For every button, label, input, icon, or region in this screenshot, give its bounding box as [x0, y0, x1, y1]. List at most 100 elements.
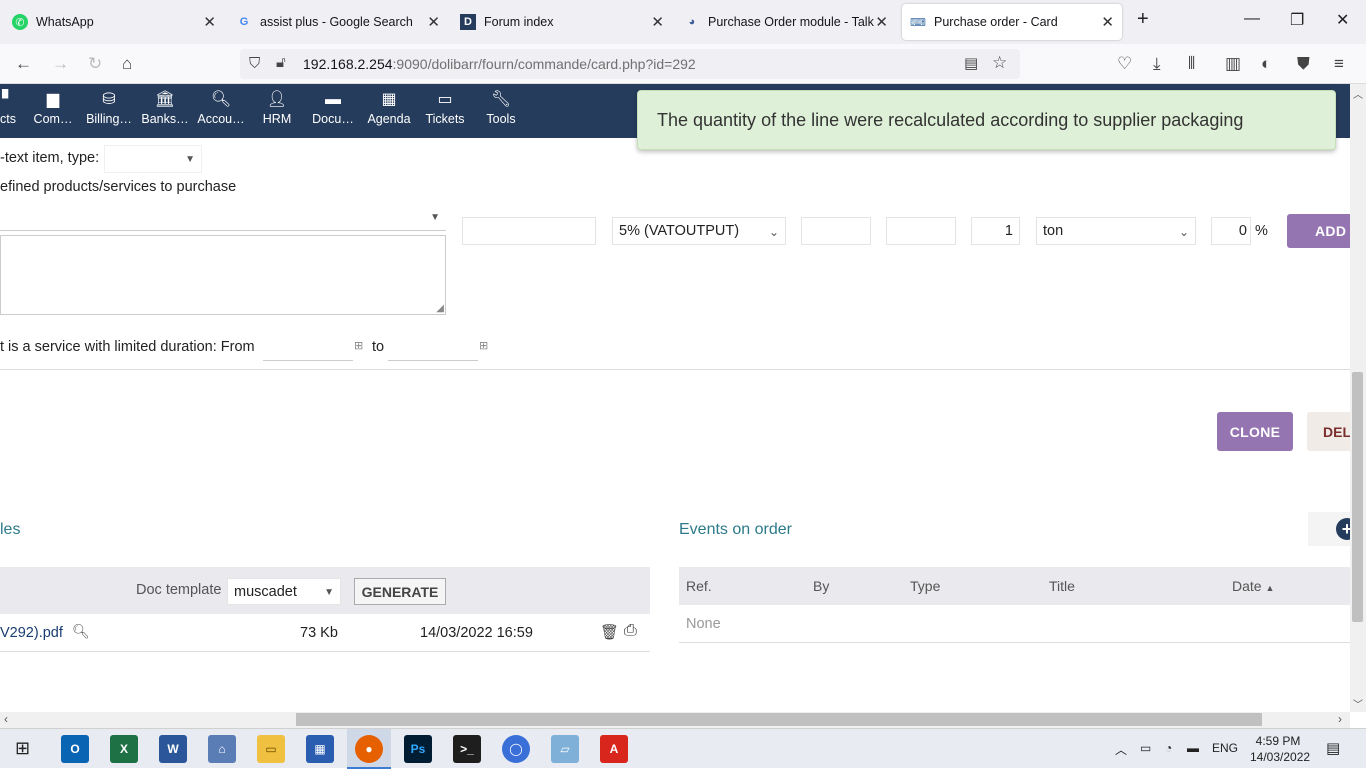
language-indicator[interactable]: ENG — [1212, 741, 1238, 755]
currency-price-input[interactable] — [886, 217, 956, 245]
menu-tools[interactable]: 🔧︎ Tools — [473, 88, 529, 126]
close-icon[interactable]: ✕ — [651, 13, 664, 31]
generate-button[interactable]: GENERATE — [354, 578, 446, 605]
close-icon[interactable]: ✕ — [203, 13, 216, 31]
notes-app-icon[interactable]: ▱ — [551, 735, 579, 763]
menu-commerce[interactable]: ▆ Com… — [25, 88, 81, 126]
column-by[interactable]: By — [813, 578, 829, 594]
line-description-textarea[interactable]: ◢ — [0, 235, 446, 315]
acrobat-icon[interactable]: A — [600, 735, 628, 763]
battery-icon[interactable]: ▭ — [1140, 741, 1151, 755]
vat-rate-select[interactable]: 5% (VATOUTPUT) ⌄ — [612, 217, 786, 245]
restore-icon[interactable]: ❐ — [1290, 10, 1304, 30]
tab-purchase-order-card[interactable]: ⌨ Purchase order - Card ✕ — [902, 4, 1122, 40]
clock[interactable]: 4:59 PM 14/03/2022 — [1250, 733, 1310, 765]
close-icon[interactable]: ✕ — [875, 13, 888, 31]
terminal-icon[interactable]: >_ — [453, 735, 481, 763]
display-icon[interactable]: ▬ — [1187, 741, 1199, 755]
column-title[interactable]: Title — [1049, 578, 1075, 594]
tray-chevron-icon[interactable]: ︿ — [1115, 741, 1127, 758]
minimize-icon[interactable]: — — [1244, 10, 1260, 28]
menu-documents[interactable]: ▬ Docu… — [305, 88, 361, 126]
dolibarr-icon: ⌨ — [910, 16, 926, 29]
tab-google-search[interactable]: G assist plus - Google Search ✕ — [228, 4, 448, 40]
back-icon[interactable]: ← — [15, 54, 32, 74]
unit-price-tax-input[interactable] — [801, 217, 871, 245]
windows-start-icon[interactable]: ⊞ — [15, 738, 30, 759]
excel-icon[interactable]: X — [110, 735, 138, 763]
ublock-icon[interactable]: ⛊ — [1297, 54, 1310, 74]
horizontal-scroll-thumb[interactable] — [296, 713, 1262, 726]
forward-icon[interactable]: → — [52, 54, 69, 74]
window-close-icon[interactable]: ✕ — [1336, 10, 1349, 30]
photoshop-icon[interactable]: Ps — [404, 735, 432, 763]
home-icon[interactable]: ⌂ — [122, 54, 132, 74]
unit-select[interactable]: ton ⌄ — [1036, 217, 1196, 245]
doc-template-select[interactable]: muscadet ▼ — [227, 578, 341, 605]
scroll-down-icon[interactable]: ﹀ — [1353, 696, 1363, 711]
menu-banks[interactable]: 🏛︎ Banks… — [137, 88, 193, 126]
success-toast[interactable]: The quantity of the line were recalculat… — [637, 90, 1336, 150]
column-ref[interactable]: Ref. — [686, 578, 712, 594]
discount-input[interactable]: 0 — [1211, 217, 1251, 245]
quantity-input[interactable]: 1 — [971, 217, 1020, 245]
download-icon[interactable]: ⤓ — [1153, 54, 1161, 74]
library-icon[interactable]: ⫴ — [1188, 54, 1195, 74]
shield-icon[interactable]: ⛉ — [249, 55, 260, 72]
tab-title: assist plus - Google Search — [260, 15, 413, 29]
chevron-down-icon: ▼ — [430, 212, 440, 223]
notifications-icon[interactable]: ▤ — [1326, 739, 1340, 757]
insecure-lock-icon[interactable]: 🔓︎ — [276, 54, 286, 71]
scroll-left-icon[interactable]: ‹ — [4, 712, 8, 726]
calendar-icon[interactable]: ⊞ — [479, 339, 488, 352]
tab-whatsapp[interactable]: ✆ WhatsApp ✕ — [4, 4, 224, 40]
network-app-icon[interactable]: ⌂ — [208, 735, 236, 763]
scroll-up-icon[interactable]: ︿ — [1353, 86, 1363, 101]
account-icon[interactable]: ◐ — [1261, 54, 1271, 74]
calendar-icon[interactable]: ⊞ — [354, 339, 363, 352]
print-icon[interactable]: ⎙ — [624, 622, 637, 640]
sidebar-icon[interactable]: ▥ — [1225, 54, 1241, 74]
url-text[interactable]: 192.168.2.254:9090/dolibarr/fourn/comman… — [303, 56, 696, 72]
reader-view-icon[interactable]: ▤ — [964, 54, 978, 72]
date-end-input[interactable] — [388, 333, 478, 361]
tab-purchase-order-module[interactable]: ◕ Purchase Order module - Talk b ✕ — [676, 4, 896, 40]
menu-hrm[interactable]: 👤︎ HRM — [249, 88, 305, 126]
menu-tickets[interactable]: ▭ Tickets — [417, 88, 473, 126]
scroll-right-icon[interactable]: › — [1338, 712, 1342, 726]
clone-button[interactable]: CLONE — [1217, 412, 1293, 451]
word-icon[interactable]: W — [159, 735, 187, 763]
calculator-icon[interactable]: ▦ — [306, 735, 334, 763]
vertical-scroll-thumb[interactable] — [1352, 372, 1363, 622]
bookmark-star-icon[interactable]: ☆ — [992, 53, 1007, 73]
address-bar[interactable]: ⛉ 🔓︎ 192.168.2.254:9090/dolibarr/fourn/c… — [240, 49, 1020, 79]
file-link[interactable]: V292).pdf — [0, 625, 63, 641]
outlook-icon[interactable]: O — [61, 735, 89, 763]
preview-zoom-icon[interactable]: 🔍︎ — [72, 623, 90, 640]
tab-forum-index[interactable]: D Forum index ✕ — [452, 4, 672, 40]
chat-app-icon[interactable]: ◯ — [502, 735, 530, 763]
column-date[interactable]: Date ▲ — [1232, 578, 1274, 594]
close-icon[interactable]: ✕ — [1101, 13, 1114, 31]
column-type[interactable]: Type — [910, 578, 940, 594]
menu-agenda[interactable]: ▦ Agenda — [361, 88, 417, 126]
delete-button[interactable]: DEL — [1307, 412, 1351, 451]
menu-hamburger-icon[interactable]: ≡ — [1334, 54, 1344, 74]
file-explorer-icon[interactable]: ▭ — [257, 735, 285, 763]
pocket-icon[interactable]: ♡ — [1117, 54, 1132, 74]
product-select[interactable]: ▼ — [0, 203, 446, 231]
firefox-icon[interactable]: ● — [355, 735, 383, 763]
unit-price-input[interactable] — [462, 217, 596, 245]
close-icon[interactable]: ✕ — [427, 13, 440, 31]
date-start-input[interactable] — [263, 333, 353, 361]
menu-accounting[interactable]: 🔍︎ Accou… — [193, 88, 249, 126]
add-line-button[interactable]: ADD — [1287, 214, 1350, 248]
resize-handle-icon[interactable]: ◢ — [436, 303, 444, 314]
trash-icon[interactable]: 🗑︎ — [600, 623, 619, 641]
wifi-icon[interactable]: ◔ — [1165, 741, 1172, 755]
reload-icon[interactable]: ↻ — [88, 54, 102, 74]
add-event-button[interactable]: + — [1308, 512, 1358, 546]
new-tab-icon[interactable]: + — [1137, 8, 1149, 31]
menu-billing[interactable]: ⛁ Billing… — [81, 88, 137, 126]
freetext-type-select[interactable]: ▼ — [104, 145, 202, 173]
